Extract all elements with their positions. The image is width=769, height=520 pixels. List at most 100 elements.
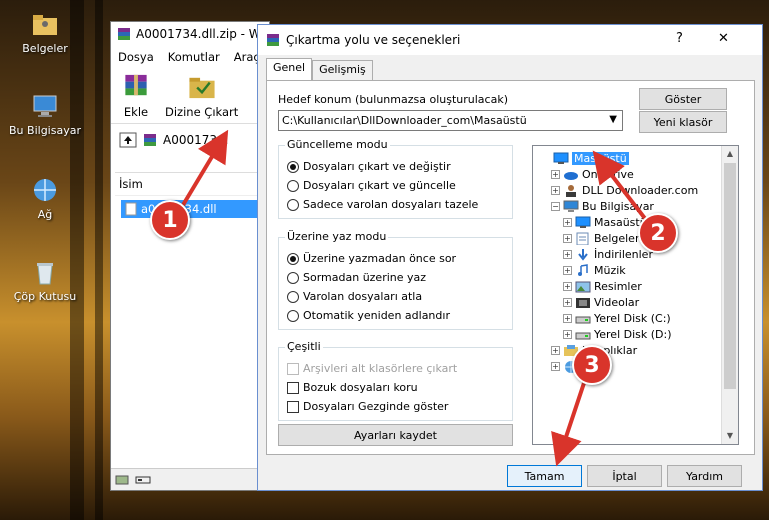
overwrite-mode-option[interactable]: Üzerine yazmadan önce sor [287,252,456,265]
general-panel: Hedef konum (bulunmazsa oluşturulacak) C… [266,80,755,455]
tab-advanced[interactable]: Gelişmiş [312,60,373,80]
tree-node[interactable]: + Yerel Disk (C:) [563,310,671,326]
expand-icon[interactable]: + [551,345,560,355]
column-header-name[interactable]: İsim [115,173,269,196]
checkbox[interactable] [287,381,299,394]
option-label: Otomatik yeniden adlandır [303,309,450,322]
dll-file-icon [125,202,137,216]
up-folder-icon[interactable] [119,132,137,148]
tree-node[interactable]: + DLL Downloader.com [551,182,698,198]
expand-icon[interactable]: + [551,169,560,179]
tree-node-label: OneDrive [582,167,634,181]
misc-option-keep-broken[interactable]: Bozuk dosyaları koru [287,381,418,394]
radio-selected[interactable] [287,252,299,265]
help-title-button[interactable]: ? [676,31,683,46]
recycle-bin-icon [37,263,53,285]
cancel-button[interactable]: İptal [587,465,662,487]
expand-icon[interactable]: + [563,217,572,227]
archive-icon [144,134,156,146]
tree-node[interactable]: + Müzik [563,262,626,278]
winrar-menubar: Dosya Komutlar Araçla [111,46,270,68]
collapse-icon[interactable]: − [551,201,560,211]
chevron-down-icon[interactable]: ▼ [609,114,617,125]
expand-icon[interactable]: + [563,249,572,259]
option-label: Sadece varolan dosyaları tazele [303,198,479,211]
expand-icon[interactable]: + [563,265,572,275]
tree-node[interactable]: + Masaüstü [563,214,647,230]
folder-tree[interactable]: ▲ ▼ Masaüstü + OneDrive + DLL Downloader.com… [532,145,739,445]
tree-scrollbar[interactable]: ▲ ▼ [721,146,738,444]
desktop-icon-label: Ağ [37,208,53,221]
folder-user-icon [33,15,57,35]
radio-selected[interactable] [287,160,299,173]
radio[interactable] [287,290,299,303]
radio[interactable] [287,198,299,211]
update-mode-option[interactable]: Sadece varolan dosyaları tazele [287,198,478,211]
archive-path[interactable]: A0001734. [163,133,228,147]
user-icon [566,184,576,197]
desktop-icon-this-pc[interactable]: Bu Bilgisayar [8,92,82,137]
expand-icon[interactable]: + [551,361,560,371]
misc-title: Çeşitli [285,340,323,353]
file-row[interactable]: a0001734.dll [121,200,269,218]
misc-option-show-explorer[interactable]: Dosyaları Gezginde göster [287,400,448,413]
tree-node[interactable]: − Bu Bilgisayar [551,198,654,214]
winrar-titlebar: A0001734.dll.zip - W [111,22,269,46]
scroll-up-icon[interactable]: ▲ [722,146,738,162]
add-button[interactable]: Ekle [119,72,153,119]
update-mode-option[interactable]: Dosyaları çıkart ve değiştir [287,160,451,173]
tree-node[interactable]: + Belgeler [563,230,639,246]
winrar-window: A0001734.dll.zip - W Dosya Komutlar Araç… [110,21,270,491]
overwrite-mode-option[interactable]: Varolan dosyaları atla [287,290,422,303]
expand-icon[interactable]: + [563,297,572,307]
desktop-icon-recycle-bin[interactable]: Çöp Kutusu [8,258,82,303]
video-icon [576,297,590,308]
background-trunk [95,0,103,520]
radio[interactable] [287,271,299,284]
expand-icon[interactable]: + [563,329,572,339]
extract-dialog: Çıkartma yolu ve seçenekleri ? ✕ Genel G… [257,24,763,491]
scroll-thumb[interactable] [724,163,736,389]
expand-icon[interactable]: + [563,313,572,323]
winrar-pathbar: A0001734. [111,128,269,152]
desktop-icon-documents[interactable]: Belgeler [8,10,82,55]
tree-node[interactable]: + Videolar [563,294,639,310]
overwrite-mode-option[interactable]: Sormadan üzerine yaz [287,271,426,284]
tree-node-label: Müzik [594,263,626,277]
winrar-toolbar: Ekle Dizine Çıkart [111,68,269,124]
tab-general[interactable]: Genel [266,58,313,80]
tree-node[interactable]: + OneDrive [551,166,634,182]
show-button[interactable]: Göster [639,88,727,110]
tree-node[interactable]: + İndirilenler [563,246,653,262]
tree-node[interactable]: + Yerel Disk (D:) [563,326,672,342]
new-folder-button[interactable]: Yeni klasör [639,111,727,133]
checkbox-disabled [287,362,299,375]
option-label: Dosyaları Gezginde göster [303,400,449,413]
tree-node-label: Bu Bilgisayar [582,199,654,213]
scroll-down-icon[interactable]: ▼ [722,428,738,444]
tree-node[interactable]: + Resimler [563,278,642,294]
winrar-title: A0001734.dll.zip - W [136,27,261,41]
destination-path-combobox[interactable]: C:\Kullanıcılar\DllDownloader_com\Masaüs… [278,110,623,131]
help-button[interactable]: Yardım [667,465,742,487]
tree-node[interactable]: Masaüstü [541,150,629,166]
close-button[interactable]: ✕ [718,31,729,46]
extract-to-button[interactable]: Dizine Çıkart [165,72,238,119]
update-mode-group: Güncelleme modu Dosyaları çıkart ve deği… [278,138,513,219]
expand-icon[interactable]: + [563,233,572,243]
dialog-title: Çıkartma yolu ve seçenekleri [286,33,461,47]
extract-folder-icon [189,77,215,99]
menu-file[interactable]: Dosya [118,50,154,64]
desktop-icon-network[interactable]: Ağ [8,176,82,221]
save-settings-button[interactable]: Ayarları kaydet [278,424,513,446]
overwrite-mode-option[interactable]: Otomatik yeniden adlandır [287,309,450,322]
expand-icon[interactable]: + [551,185,560,195]
expand-icon[interactable]: + [563,281,572,291]
menu-commands[interactable]: Komutlar [168,50,220,64]
radio[interactable] [287,309,299,322]
update-mode-option[interactable]: Dosyaları çıkart ve güncelle [287,179,456,192]
drive-icon [575,316,591,323]
ok-button[interactable]: Tamam [507,465,582,487]
radio[interactable] [287,179,299,192]
checkbox[interactable] [287,400,299,413]
